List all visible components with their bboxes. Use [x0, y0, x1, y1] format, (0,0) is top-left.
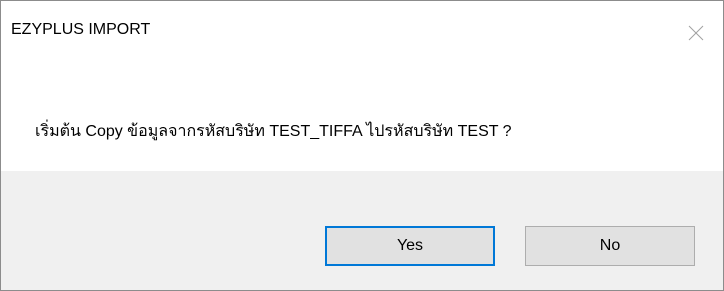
title-bar: EZYPLUS IMPORT [1, 1, 723, 64]
dialog-message: เริ่มต้น Copy ข้อมูลจากรหัสบริษัท TEST_T… [35, 123, 512, 140]
close-icon [688, 25, 704, 41]
message-dialog: EZYPLUS IMPORT เริ่มต้น Copy ข้อมูลจากรห… [0, 0, 724, 291]
dialog-content: เริ่มต้น Copy ข้อมูลจากรหัสบริษัท TEST_T… [1, 64, 723, 171]
dialog-footer: Yes No [1, 171, 723, 290]
yes-button[interactable]: Yes [325, 226, 495, 266]
window-title: EZYPLUS IMPORT [11, 21, 151, 38]
close-button[interactable] [669, 1, 723, 64]
no-button[interactable]: No [525, 226, 695, 266]
